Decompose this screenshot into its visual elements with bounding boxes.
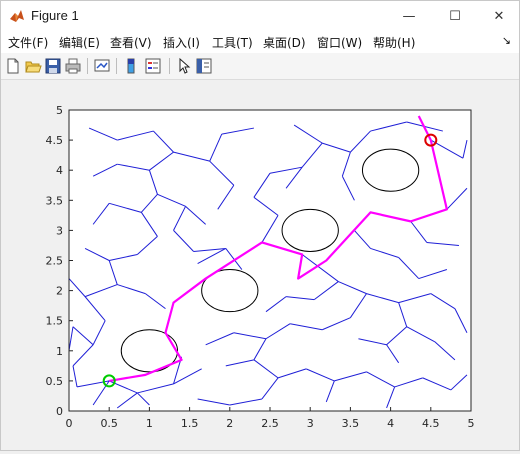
toolbar-separator — [116, 58, 117, 74]
toolbar-separator — [169, 58, 170, 74]
property-inspector-icon[interactable] — [195, 57, 213, 75]
colorbar-icon[interactable] — [122, 57, 140, 75]
y-tick-label: 3 — [56, 224, 63, 237]
matlab-icon — [10, 10, 24, 22]
y-tick-label: 1 — [56, 345, 63, 358]
title-bar: Figure 1 — ☐ ✕ — [1, 1, 519, 31]
figure-canvas: 0 0.5 1 1.5 2 2.5 3 3.5 4 4.5 5 0 0.5 1 1.5 2 2.5 3 3.5 4 4.… — [1, 80, 519, 450]
x-tick-label: 3 — [307, 417, 314, 430]
menu-edit[interactable]: 编辑(E) — [59, 34, 100, 51]
x-tick-label: 2.5 — [261, 417, 279, 430]
x-tick-label: 5 — [468, 417, 475, 430]
x-tick-label: 0 — [66, 417, 73, 430]
dock-arrow-icon[interactable]: ↘ — [502, 34, 511, 47]
window-title: Figure 1 — [31, 8, 79, 23]
figure-window: Figure 1 — ☐ ✕ 文件(F) 编辑(E) 查看(V) 插入(I) 工… — [0, 0, 520, 451]
x-tick-label: 1 — [146, 417, 153, 430]
toolbar — [1, 53, 519, 80]
menu-view[interactable]: 查看(V) — [110, 34, 152, 51]
link-plot-icon[interactable] — [93, 57, 111, 75]
maximize-button[interactable]: ☐ — [433, 1, 477, 31]
x-tick-label: 2 — [226, 417, 233, 430]
x-tick-label: 4 — [387, 417, 394, 430]
obstacle-circle — [281, 208, 339, 252]
y-tick-label: 3.5 — [46, 194, 64, 207]
x-tick-label: 0.5 — [100, 417, 118, 430]
print-icon[interactable] — [64, 57, 82, 75]
y-tick-label: 0 — [56, 405, 63, 418]
y-tick-label: 4.5 — [46, 134, 64, 147]
y-tick-label: 1.5 — [46, 315, 64, 328]
rrt-plot[interactable]: 0 0.5 1 1.5 2 2.5 3 3.5 4 4.5 5 0 0.5 1 1.5 2 2.5 3 3.5 4 4.… — [1, 80, 519, 450]
menu-desktop[interactable]: 桌面(D) — [263, 34, 306, 51]
obstacle-circle — [361, 148, 420, 192]
edit-pointer-icon[interactable] — [175, 57, 193, 75]
y-tick-label: 2.5 — [46, 255, 64, 268]
open-folder-icon[interactable] — [24, 57, 42, 75]
menu-insert[interactable]: 插入(I) — [163, 34, 200, 51]
x-tick-label: 3.5 — [342, 417, 360, 430]
menu-tools[interactable]: 工具(T) — [212, 34, 253, 51]
legend-icon[interactable] — [144, 57, 162, 75]
toolbar-separator — [87, 58, 88, 74]
y-tick-label: 0.5 — [46, 375, 64, 388]
menu-window[interactable]: 窗口(W) — [317, 34, 362, 51]
x-tick-label: 4.5 — [422, 417, 440, 430]
y-tick-label: 4 — [56, 164, 63, 177]
y-tick-label: 5 — [56, 104, 63, 117]
x-tick-label: 1.5 — [181, 417, 199, 430]
menu-help[interactable]: 帮助(H) — [373, 34, 415, 51]
new-figure-icon[interactable] — [4, 57, 22, 75]
menu-file[interactable]: 文件(F) — [8, 34, 48, 51]
y-tick-label: 2 — [56, 285, 63, 298]
save-icon[interactable] — [44, 57, 62, 75]
menu-bar: 文件(F) 编辑(E) 查看(V) 插入(I) 工具(T) 桌面(D) 窗口(W… — [1, 31, 519, 53]
close-button[interactable]: ✕ — [477, 1, 520, 31]
minimize-button[interactable]: — — [387, 1, 431, 31]
